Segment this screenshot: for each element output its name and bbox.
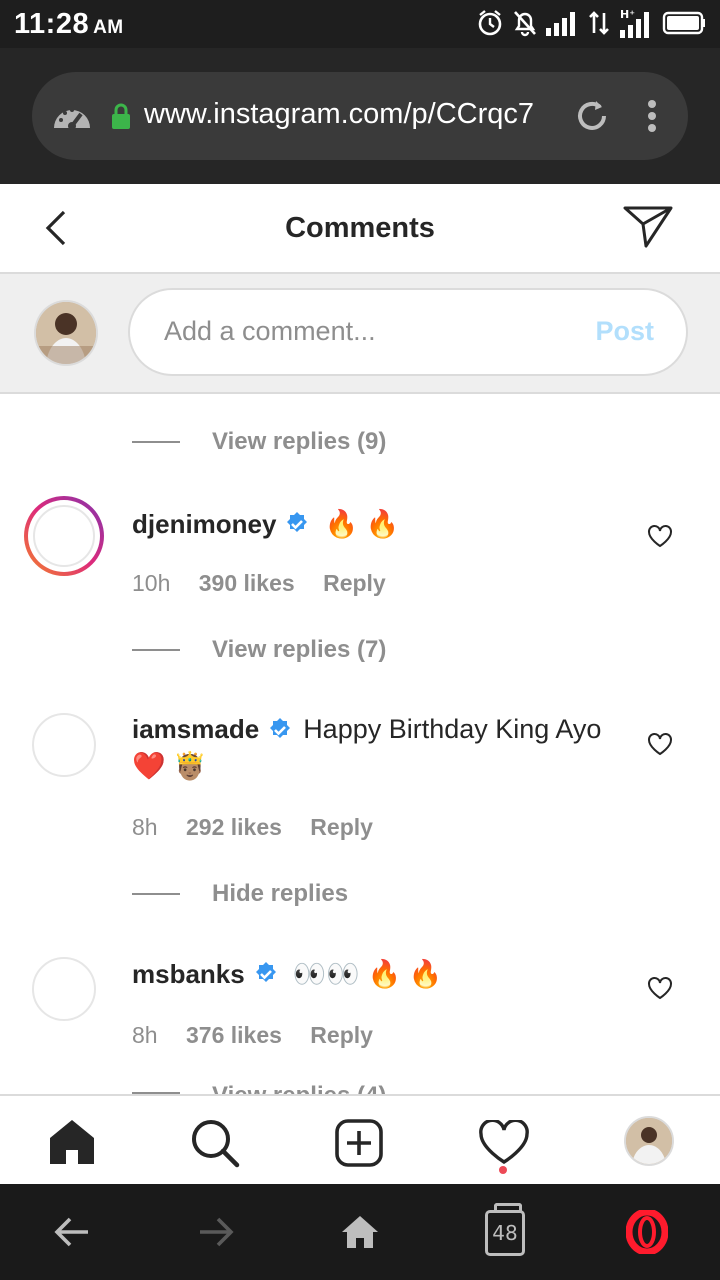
add-comment-bar: Add a comment... Post xyxy=(0,274,720,394)
page-title: Comments xyxy=(285,212,435,244)
verified-icon xyxy=(287,512,308,532)
verified-icon xyxy=(255,962,276,982)
heart-icon[interactable] xyxy=(647,524,673,548)
opera-logo-icon[interactable] xyxy=(626,1210,668,1254)
browser-home-icon[interactable] xyxy=(340,1214,380,1250)
comment-time: 8h xyxy=(132,1022,158,1048)
comment-username[interactable]: djenimoney xyxy=(132,509,276,540)
view-replies-label[interactable]: View replies (9) xyxy=(212,428,386,456)
comment-time: 8h xyxy=(132,814,158,840)
comment-likes[interactable]: 390 likes xyxy=(199,570,295,596)
status-bar: 11:28 AM H⁺ xyxy=(0,0,720,48)
reply-button[interactable]: Reply xyxy=(310,814,373,840)
mute-icon xyxy=(514,11,536,37)
activity-heart-icon[interactable] xyxy=(478,1120,530,1166)
status-icons: H⁺ xyxy=(476,8,706,38)
comment-meta: 8h 292 likes Reply xyxy=(132,814,373,841)
lock-icon xyxy=(112,103,130,129)
speedometer-icon[interactable] xyxy=(52,100,92,132)
comment-likes[interactable]: 376 likes xyxy=(186,1022,282,1048)
search-icon[interactable] xyxy=(190,1118,242,1168)
heart-icon[interactable] xyxy=(647,976,673,1000)
comment-time: 10h xyxy=(132,570,171,596)
reply-button[interactable]: Reply xyxy=(323,570,386,596)
comment-row: djenimoney 🔥 🔥 xyxy=(132,508,399,540)
reply-button[interactable]: Reply xyxy=(310,1022,373,1048)
view-replies-toggle[interactable]: View replies (9) xyxy=(132,428,432,458)
browser-nav-bar: 48 xyxy=(0,1184,720,1280)
user-avatar[interactable] xyxy=(32,713,96,777)
profile-avatar[interactable] xyxy=(624,1116,674,1166)
comment-username[interactable]: iamsmade xyxy=(132,714,259,745)
svg-text:H⁺: H⁺ xyxy=(620,8,635,21)
hide-replies-toggle[interactable]: Hide replies xyxy=(132,880,432,910)
current-user-avatar xyxy=(34,300,98,366)
comment-meta: 8h 376 likes Reply xyxy=(132,1022,373,1049)
post-button[interactable]: Post xyxy=(595,316,654,347)
comment-text: Happy Birthday King Ayo xyxy=(303,714,602,744)
replies-divider xyxy=(132,441,180,443)
heart-icon[interactable] xyxy=(647,732,673,756)
comment-row: iamsmade Happy Birthday King Ayo xyxy=(132,714,601,745)
view-replies-toggle[interactable]: View replies (7) xyxy=(132,636,432,666)
signal-icon xyxy=(546,12,575,36)
story-ring-avatar[interactable] xyxy=(24,496,104,576)
add-post-icon[interactable] xyxy=(334,1118,384,1168)
battery-icon xyxy=(662,11,705,35)
view-replies-toggle[interactable]: View replies (4) xyxy=(132,1080,432,1094)
browser-address-bar: www.instagram.com/p/CCrqc7 xyxy=(0,48,720,184)
comment-text: 🔥 🔥 xyxy=(324,509,400,539)
more-vert-icon[interactable] xyxy=(640,98,664,134)
comment-row: msbanks 👀👀 🔥 🔥 xyxy=(132,958,442,990)
home-icon[interactable] xyxy=(48,1118,96,1166)
alarm-icon xyxy=(478,10,502,36)
replies-divider xyxy=(132,649,180,651)
back-icon[interactable] xyxy=(54,1216,90,1248)
data-transfer-icon xyxy=(589,11,609,35)
send-icon[interactable] xyxy=(622,204,674,250)
replies-divider xyxy=(132,893,180,895)
hide-replies-label[interactable]: Hide replies xyxy=(212,880,348,908)
url-text[interactable]: www.instagram.com/p/CCrqc7 xyxy=(144,98,552,131)
comment-text-continued: ❤️ 🤴🏽 xyxy=(132,751,207,781)
comments-header: Comments xyxy=(0,186,720,274)
notification-dot xyxy=(499,1166,507,1174)
comment-text: 👀👀 🔥 🔥 xyxy=(292,959,443,989)
view-replies-label[interactable]: View replies (7) xyxy=(212,636,386,664)
user-avatar[interactable] xyxy=(32,957,96,1021)
comment-meta: 10h 390 likes Reply xyxy=(132,570,386,597)
comment-username[interactable]: msbanks xyxy=(132,959,245,990)
tabs-stack-icon xyxy=(494,1203,522,1212)
verified-icon xyxy=(270,717,291,738)
tab-count[interactable]: 48 xyxy=(492,1221,517,1245)
comment-likes[interactable]: 292 likes xyxy=(186,814,282,840)
comment-input-placeholder[interactable]: Add a comment... xyxy=(164,316,376,347)
signal-hplus-icon: H⁺ xyxy=(620,8,649,38)
instagram-bottom-nav xyxy=(0,1094,720,1186)
forward-icon[interactable] xyxy=(198,1216,234,1248)
view-replies-label[interactable]: View replies (4) xyxy=(212,1082,386,1094)
reload-icon[interactable] xyxy=(574,98,610,134)
comment-input[interactable]: Add a comment... Post xyxy=(128,288,688,376)
status-time: 11:28 AM xyxy=(14,8,124,40)
tabs-button[interactable]: 48 xyxy=(485,1203,525,1256)
